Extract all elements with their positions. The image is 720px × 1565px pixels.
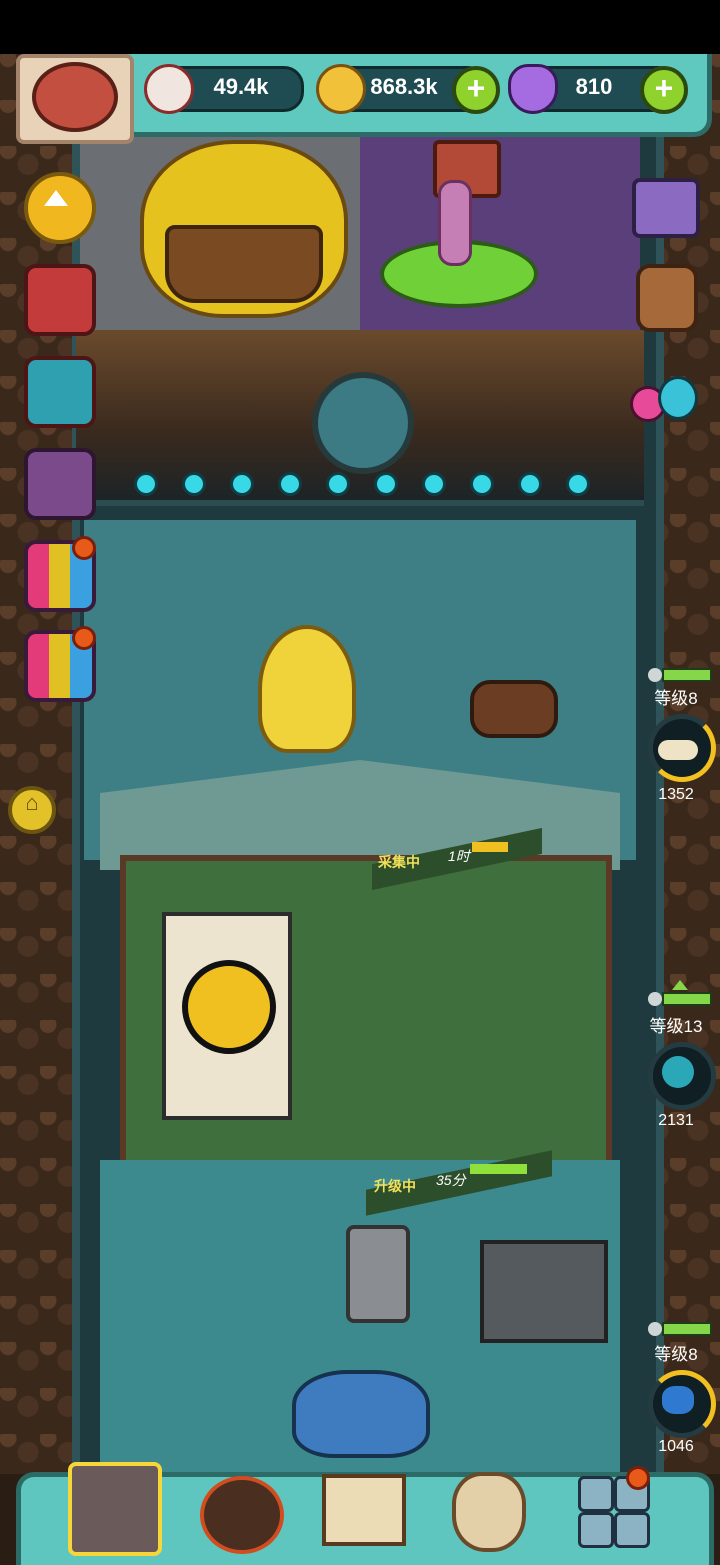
room-level: 等级13 — [649, 1017, 703, 1036]
upgrade-arrow-icon — [672, 980, 688, 990]
home-icon: ⌂ — [25, 790, 39, 815]
notification-badge — [72, 626, 96, 650]
indicator-light — [182, 472, 206, 496]
tv-video-button[interactable] — [632, 178, 700, 238]
indicator-light — [566, 472, 590, 496]
room-indicator[interactable]: 等级13 2131 — [644, 980, 716, 1130]
notification-badge — [626, 1466, 650, 1490]
room-level: 等级8 — [654, 689, 698, 708]
cauldron — [165, 225, 323, 303]
indicator-light — [422, 472, 446, 496]
indicator-light — [374, 472, 398, 496]
crane-claw — [346, 1225, 410, 1323]
grid-cell — [614, 1512, 650, 1548]
skull-icon — [648, 992, 662, 1006]
timer-time: 35分 — [436, 1172, 466, 1188]
metal-crate — [480, 1240, 608, 1343]
room-indicator[interactable]: 等级8 1352 — [644, 664, 716, 814]
room-output: 1352 — [658, 786, 694, 803]
sea-urchin-icon — [662, 1056, 694, 1088]
level-progress — [662, 992, 712, 1006]
egg-icon — [658, 376, 698, 420]
banana-monster[interactable] — [258, 625, 356, 753]
timer-progress-fill — [472, 842, 508, 852]
room-output: 2131 — [658, 1112, 694, 1129]
timer-label: 升级中 — [374, 1178, 416, 1194]
blue-ore-icon — [662, 1386, 694, 1414]
nav-monster-button[interactable] — [200, 1476, 284, 1554]
indicator-light — [326, 472, 350, 496]
backpack-button[interactable] — [636, 264, 698, 332]
hollow-log — [470, 680, 558, 738]
timer-progress-fill — [470, 1164, 527, 1174]
grid-cell — [578, 1476, 614, 1512]
eggs-button[interactable] — [630, 372, 698, 424]
level-progress — [662, 1322, 712, 1336]
coin-icon — [316, 64, 366, 114]
arrow-up-icon — [44, 190, 68, 206]
room-indicator[interactable]: 等级8 1046 — [644, 1316, 716, 1466]
timer-collecting: 采集中 1时 — [372, 827, 542, 891]
level-progress — [662, 668, 712, 682]
gift-box-button[interactable] — [24, 264, 96, 336]
indicator-light — [470, 472, 494, 496]
indicator-light — [278, 472, 302, 496]
cards-button[interactable] — [24, 448, 96, 520]
indicator-light — [230, 472, 254, 496]
blue-crab-monster[interactable] — [292, 1370, 430, 1458]
machine-emblem[interactable] — [312, 372, 414, 474]
room-output: 1046 — [658, 1438, 694, 1455]
coins-value: 868.3k — [370, 74, 438, 99]
gift-box-button-2[interactable] — [24, 356, 96, 428]
skull-icon — [648, 1322, 662, 1336]
skull-icon — [648, 668, 662, 682]
potion-value: 810 — [575, 74, 613, 99]
potion-icon — [508, 64, 558, 114]
construction-icon — [182, 960, 276, 1054]
tentacle — [438, 180, 472, 266]
grid-cell — [578, 1512, 614, 1548]
add-potion-button[interactable]: + — [640, 66, 688, 114]
nav-money-bag-button[interactable] — [452, 1472, 526, 1552]
room-level: 等级8 — [654, 1345, 698, 1364]
indicator-light — [518, 472, 542, 496]
status-bar — [0, 0, 720, 54]
nav-book-button[interactable] — [322, 1474, 406, 1546]
timer-label: 采集中 — [378, 854, 420, 870]
nav-building-button[interactable] — [68, 1462, 162, 1556]
collapse-button[interactable] — [24, 172, 96, 244]
avatar-face — [32, 62, 118, 132]
add-coins-button[interactable]: + — [452, 66, 500, 114]
eyes-value: 49.4k — [213, 74, 269, 99]
notification-badge — [72, 536, 96, 560]
timer-time: 1时 — [448, 848, 470, 864]
bone-icon — [658, 740, 698, 760]
timer-upgrading: 升级中 35分 — [366, 1150, 552, 1216]
eyeball-icon — [144, 64, 194, 114]
indicator-light — [134, 472, 158, 496]
